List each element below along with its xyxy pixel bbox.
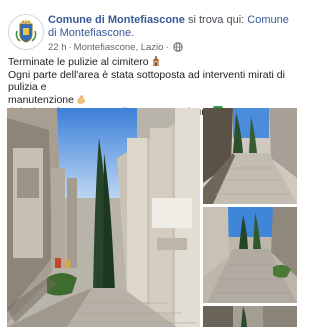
cemetery-path-photo-2 (203, 108, 297, 204)
cemetery-alley-photo (7, 108, 200, 327)
post-text-line-2: Ogni parte dell'area è stata sottoposta … (8, 68, 285, 94)
globe-icon[interactable] (172, 42, 183, 52)
coat-of-arms-icon (9, 15, 43, 49)
meta-separator-2: · (165, 42, 169, 53)
title-end: . (131, 27, 135, 39)
post-time[interactable]: 22 h (48, 42, 67, 53)
location-prefix: si trova qui: (187, 14, 245, 26)
page-avatar[interactable] (8, 14, 44, 50)
post-title-line: Comune di Montefiascone si trova qui: Co… (48, 14, 298, 40)
post-text-line-3: manutenzione (8, 94, 294, 107)
page-name-link[interactable]: Comune di Montefiascone (48, 14, 185, 26)
photo-cemetery-main[interactable] (7, 108, 200, 327)
photo-grid (7, 108, 297, 329)
photo-cemetery-3[interactable] (203, 207, 297, 303)
flexed-biceps-emoji-icon (77, 94, 85, 104)
post-header: Comune di Montefiascone si trova qui: Co… (8, 10, 298, 54)
cemetery-path-photo-3 (203, 207, 297, 303)
photo-cemetery-2[interactable] (203, 108, 297, 204)
photo-cemetery-4[interactable] (203, 306, 297, 327)
post-text-line-1: Terminate le pulizie al cimitero (8, 56, 294, 69)
post-place[interactable]: Montefiascone, Lazio (74, 42, 164, 53)
church-emoji-icon (152, 56, 160, 66)
meta-separator: · (68, 42, 72, 53)
post-meta: 22 h · Montefiascone, Lazio · (48, 42, 296, 54)
facebook-post: Comune di Montefiascone si trova qui: Co… (0, 0, 300, 329)
cemetery-path-photo-4 (203, 306, 297, 327)
